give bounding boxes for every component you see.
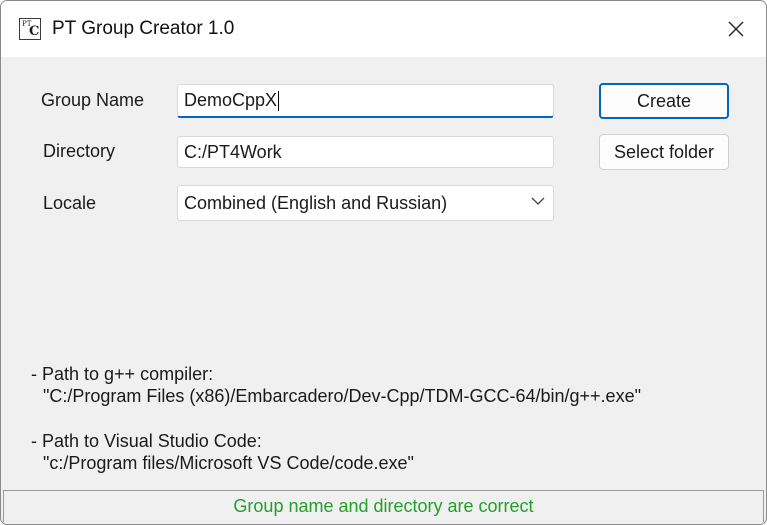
chevron-down-icon [531,197,545,205]
compiler-path-value: "C:/Program Files (x86)/Embarcadero/Dev-… [43,386,641,406]
close-icon [728,21,744,37]
vscode-path-value: "c:/Program files/Microsoft VS Code/code… [43,453,414,473]
group-name-label: Group Name [41,90,145,110]
locale-label: Locale [43,193,97,213]
compiler-path-heading: - Path to g++ compiler: [31,364,214,384]
vscode-path-heading: - Path to Visual Studio Code: [31,431,262,451]
group-name-input[interactable]: DemoCppX [177,84,554,118]
app-icon[interactable]: PT C [19,18,41,40]
directory-label: Directory [43,141,116,161]
close-button[interactable] [707,1,765,57]
status-bar: Group name and directory are correct [3,490,764,522]
locale-selected-value: Combined (English and Russian) [184,192,448,213]
text-caret [278,90,280,111]
directory-input[interactable]: C:/PT4Work [177,136,554,168]
select-folder-button[interactable]: Select folder [599,134,729,170]
create-button[interactable]: Create [599,83,729,119]
directory-value: C:/PT4Work [184,141,282,162]
app-window: PT C PT Group Creator 1.0 Group Name Demo… [0,0,767,525]
locale-select[interactable]: Combined (English and Russian) [177,185,554,221]
status-message: Group name and directory are correct [233,496,534,516]
group-name-value: DemoCppX [184,90,278,110]
window-title: PT Group Creator 1.0 [52,18,235,39]
title-bar[interactable]: PT C PT Group Creator 1.0 [1,1,766,57]
